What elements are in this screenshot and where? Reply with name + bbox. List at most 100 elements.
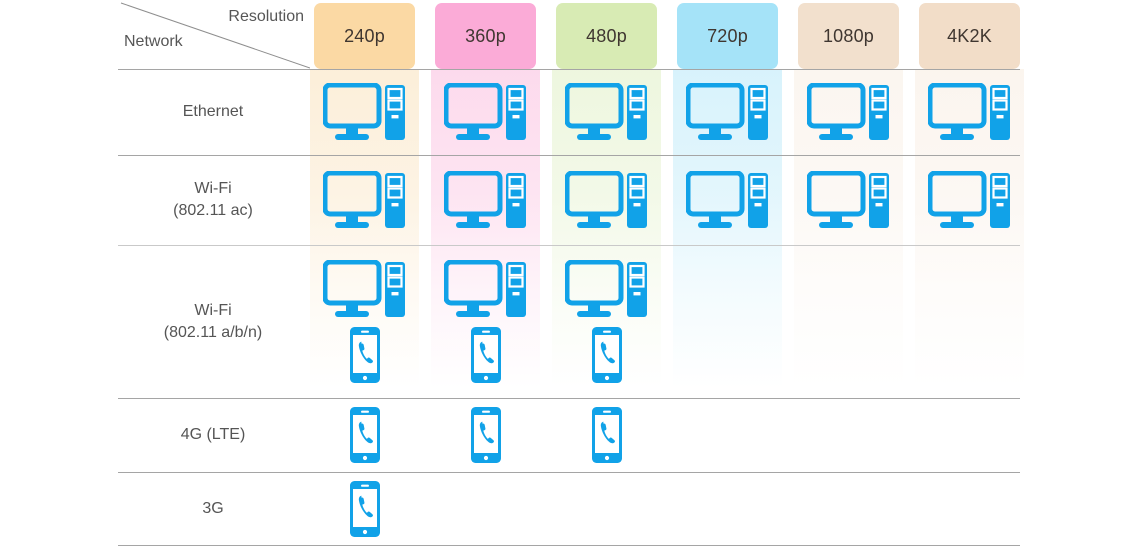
cell-icon-stack [443,83,528,141]
cell-3g-240p[interactable] [310,472,419,545]
matrix-corner-header: Resolution Network [118,0,310,69]
cell-icon-stack [322,83,407,141]
cell-icon-stack [564,260,649,383]
desktop-computer-icon [685,83,768,140]
smartphone-call-icon [349,480,380,537]
cell-ethernet-360p[interactable] [431,69,540,155]
row-axis-label: Network [124,33,183,50]
cell-3g-360p[interactable] [431,472,540,545]
desktop-computer-icon [685,171,768,228]
cell-wifi-abgn-1080p[interactable] [794,245,903,398]
desktop-computer-icon [443,171,526,228]
cell-icon-stack [927,171,1012,229]
row-header-label-line: Wi-Fi [194,301,232,319]
row-divider-5 [118,545,1020,546]
column-header-240p[interactable]: 240p [314,3,415,69]
column-header-4K2K[interactable]: 4K2K [919,3,1020,69]
cell-ethernet-1080p[interactable] [794,69,903,155]
cell-icon-stack [927,83,1012,141]
cell-3g-480p[interactable] [552,472,661,545]
cell-icon-stack [443,171,528,229]
cell-icon-stack [685,83,770,141]
desktop-computer-icon [927,171,1010,228]
cell-icon-stack [322,171,407,229]
smartphone-call-icon [591,407,622,463]
cell-icon-stack [564,83,649,141]
desktop-computer-icon [564,260,647,317]
smartphone-call-icon [349,327,380,383]
cell-wifi-ac-240p[interactable] [310,155,419,245]
desktop-computer-icon [564,171,647,228]
column-header-720p[interactable]: 720p [677,3,778,69]
cell-4g-lte-1080p[interactable] [794,398,903,472]
row-header-label-line: Ethernet [182,103,244,120]
cell-3g-720p[interactable] [673,472,782,545]
desktop-computer-icon [443,83,526,140]
smartphone-call-icon [349,407,380,463]
cell-ethernet-4K2K[interactable] [915,69,1024,155]
row-header-label-line: 4G (LTE) [180,426,246,443]
smartphone-call-icon [470,407,501,463]
cell-wifi-ac-1080p[interactable] [794,155,903,245]
cell-wifi-ac-4K2K[interactable] [915,155,1024,245]
column-header-label: 480p [586,25,627,46]
cell-icon-stack [591,407,622,463]
row-header-wifi-ac[interactable]: Wi-Fi (802.11 ac) [118,155,308,245]
row-header-label-line: (802.11 ac) [173,202,253,219]
cell-4g-lte-720p[interactable] [673,398,782,472]
cell-wifi-ac-360p[interactable] [431,155,540,245]
column-header-label: 4K2K [947,25,992,46]
row-header-ethernet[interactable]: Ethernet [118,69,308,155]
cell-wifi-abgn-720p[interactable] [673,245,782,398]
cell-icon-stack [322,260,407,383]
cell-icon-stack [349,480,380,537]
column-header-label: 1080p [822,25,875,46]
cell-icon-stack [685,171,770,229]
column-header-480p[interactable]: 480p [556,3,657,69]
row-header-3g[interactable]: 3G [118,472,308,545]
column-header-label: 720p [707,25,748,46]
cell-ethernet-480p[interactable] [552,69,661,155]
desktop-computer-icon [322,83,405,140]
cell-ethernet-240p[interactable] [310,69,419,155]
row-header-wifi-abgn[interactable]: Wi-Fi (802.11 a/b/n) [118,245,308,398]
cell-wifi-abgn-4K2K[interactable] [915,245,1024,398]
cell-4g-lte-240p[interactable] [310,398,419,472]
cell-icon-stack [470,407,501,463]
smartphone-call-icon [591,327,622,383]
desktop-computer-icon [806,83,889,140]
column-header-1080p[interactable]: 1080p [798,3,899,69]
smartphone-call-icon [470,327,501,383]
cell-icon-stack [806,83,891,141]
cell-wifi-ac-480p[interactable] [552,155,661,245]
cell-wifi-abgn-240p[interactable] [310,245,419,398]
row-header-label-line: (802.11 a/b/n) [163,323,263,341]
cell-4g-lte-4K2K[interactable] [915,398,1024,472]
column-header-360p[interactable]: 360p [435,3,536,69]
desktop-computer-icon [927,83,1010,140]
cell-icon-stack [443,260,528,383]
desktop-computer-icon [322,171,405,228]
column-header-label: 240p [344,25,385,46]
device-support-matrix: Resolution Network 240p 360p 480p 720p 1080p 4K… [0,0,1140,549]
cell-icon-stack [349,407,380,463]
column-header-label: 360p [465,25,506,46]
desktop-computer-icon [322,260,405,317]
row-header-4g-lte[interactable]: 4G (LTE) [118,398,308,472]
cell-wifi-abgn-480p[interactable] [552,245,661,398]
desktop-computer-icon [806,171,889,228]
cell-3g-4K2K[interactable] [915,472,1024,545]
desktop-computer-icon [443,260,526,317]
row-header-label-line: 3G [202,499,224,517]
row-header-label-line: Wi-Fi [194,180,232,197]
cell-4g-lte-480p[interactable] [552,398,661,472]
cell-wifi-abgn-360p[interactable] [431,245,540,398]
cell-3g-1080p[interactable] [794,472,903,545]
cell-icon-stack [806,171,891,229]
cell-4g-lte-360p[interactable] [431,398,540,472]
cell-ethernet-720p[interactable] [673,69,782,155]
column-axis-label: Resolution [228,8,304,25]
cell-icon-stack [564,171,649,229]
desktop-computer-icon [564,83,647,140]
cell-wifi-ac-720p[interactable] [673,155,782,245]
